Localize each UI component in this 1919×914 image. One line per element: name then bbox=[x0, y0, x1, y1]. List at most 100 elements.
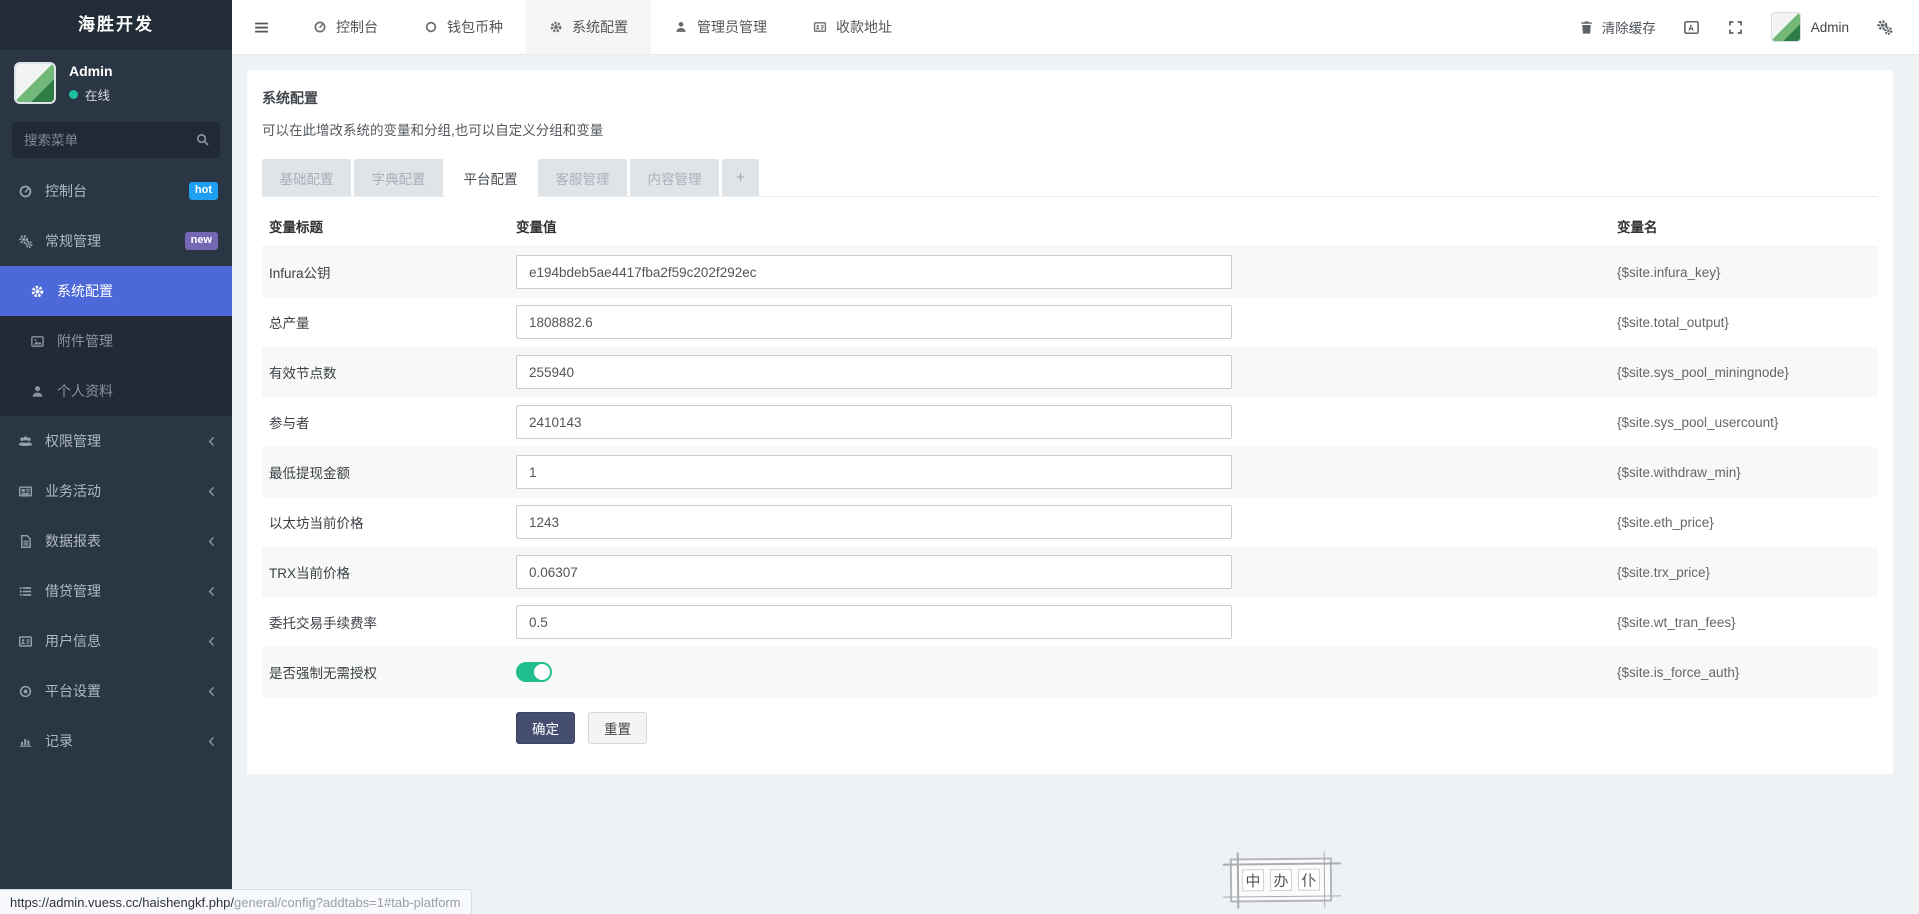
sidebar-item-general[interactable]: 常规管理 new bbox=[0, 216, 232, 266]
hamburger-icon bbox=[253, 19, 270, 36]
sidebar-menu: 控制台 hot 常规管理 new 系统配置 附件管理 个人资料 bbox=[0, 166, 232, 766]
row-varname: {$site.is_force_auth} bbox=[1617, 665, 1878, 680]
sidebar-item-profile[interactable]: 个人资料 bbox=[0, 366, 232, 416]
gauge-icon bbox=[313, 20, 327, 34]
fullscreen-icon[interactable] bbox=[1727, 19, 1744, 36]
chevron-left-icon bbox=[205, 685, 218, 698]
sidebar-submenu: 系统配置 附件管理 个人资料 bbox=[0, 266, 232, 416]
table-row: 总产量 {$site.total_output} bbox=[262, 297, 1878, 347]
chevron-left-icon bbox=[205, 735, 218, 748]
row-label: 最低提现金额 bbox=[269, 462, 516, 482]
sidebar-item-records[interactable]: 记录 bbox=[0, 716, 232, 766]
new-badge: new bbox=[185, 232, 218, 249]
row-varname: {$site.withdraw_min} bbox=[1617, 465, 1878, 480]
avatar[interactable] bbox=[14, 62, 56, 104]
hot-badge: hot bbox=[189, 182, 218, 199]
sidebar-item-dashboard[interactable]: 控制台 hot bbox=[0, 166, 232, 216]
table-row: 最低提现金额 {$site.withdraw_min} bbox=[262, 447, 1878, 497]
clear-cache-button[interactable]: 清除缓存 bbox=[1578, 17, 1656, 37]
row-varname: {$site.eth_price} bbox=[1617, 515, 1878, 530]
search-input[interactable] bbox=[12, 122, 220, 158]
trash-icon bbox=[1578, 19, 1595, 36]
list-icon bbox=[18, 584, 33, 599]
file-icon bbox=[18, 534, 33, 549]
col-header-title: 变量标题 bbox=[269, 216, 516, 236]
online-status-label: 在线 bbox=[85, 85, 110, 104]
chevron-left-icon bbox=[205, 535, 218, 548]
config-value-input[interactable] bbox=[516, 405, 1232, 439]
navtab-admin-manage[interactable]: 管理员管理 bbox=[651, 0, 790, 54]
table-row: Infura公钥 {$site.infura_key} bbox=[262, 247, 1878, 297]
config-value-input[interactable] bbox=[516, 305, 1232, 339]
row-varname: {$site.sys_pool_miningnode} bbox=[1617, 365, 1878, 380]
admin-app: 海胜开发 Admin 在线 控制台 hot 常规管理 bbox=[0, 0, 1919, 914]
config-value-input[interactable] bbox=[516, 355, 1232, 389]
sidebar-item-auth[interactable]: 权限管理 bbox=[0, 416, 232, 466]
sidebar-item-reports[interactable]: 数据报表 bbox=[0, 516, 232, 566]
navtab-dashboard[interactable]: 控制台 bbox=[290, 0, 401, 54]
language-icon[interactable] bbox=[1683, 19, 1700, 36]
chart-icon bbox=[18, 734, 33, 749]
navbar-user-menu[interactable]: Admin bbox=[1771, 12, 1849, 42]
gauge-icon bbox=[18, 184, 33, 199]
row-label: Infura公钥 bbox=[269, 262, 516, 282]
navtab-system-config[interactable]: 系统配置 bbox=[526, 0, 651, 54]
col-header-value: 变量值 bbox=[516, 216, 1617, 236]
tab-content-manage[interactable]: 内容管理 bbox=[630, 159, 719, 196]
table-header: 变量标题 变量值 变量名 bbox=[262, 205, 1878, 247]
config-value-input[interactable] bbox=[516, 255, 1232, 289]
status-url-secondary: general/config?addtabs=1#tab-platform bbox=[234, 895, 461, 910]
table-row: 参与者 {$site.sys_pool_usercount} bbox=[262, 397, 1878, 447]
row-varname: {$site.sys_pool_usercount} bbox=[1617, 415, 1878, 430]
gear-icon bbox=[30, 284, 45, 299]
avatar bbox=[1771, 12, 1801, 42]
row-label: 委托交易手续费率 bbox=[269, 612, 516, 632]
search-icon bbox=[195, 132, 210, 147]
menu-search bbox=[12, 122, 220, 158]
sidebar-item-business[interactable]: 业务活动 bbox=[0, 466, 232, 516]
config-value-input[interactable] bbox=[516, 555, 1232, 589]
table-row: 是否强制无需授权 {$site.is_force_auth} bbox=[262, 647, 1878, 697]
online-status-dot bbox=[69, 90, 78, 99]
sidebar-item-lending[interactable]: 借贷管理 bbox=[0, 566, 232, 616]
sidebar-item-platform[interactable]: 平台设置 bbox=[0, 666, 232, 716]
row-varname: {$site.wt_tran_fees} bbox=[1617, 615, 1878, 630]
tab-service-manage[interactable]: 客服管理 bbox=[538, 159, 627, 196]
row-label: TRX当前价格 bbox=[269, 562, 516, 582]
config-value-input[interactable] bbox=[516, 455, 1232, 489]
tab-basic-config[interactable]: 基础配置 bbox=[262, 159, 351, 196]
navbar-user-name: Admin bbox=[1811, 20, 1849, 35]
chevron-left-icon bbox=[205, 435, 218, 448]
submit-button[interactable]: 确定 bbox=[516, 712, 575, 744]
config-value-input[interactable] bbox=[516, 505, 1232, 539]
navtab-wallet-coins[interactable]: 钱包币种 bbox=[401, 0, 526, 54]
reset-button[interactable]: 重置 bbox=[588, 712, 647, 744]
sidebar: 海胜开发 Admin 在线 控制台 hot 常规管理 bbox=[0, 0, 232, 914]
table-row: 以太坊当前价格 {$site.eth_price} bbox=[262, 497, 1878, 547]
tab-platform-config[interactable]: 平台配置 bbox=[446, 159, 535, 197]
top-navbar: 控制台 钱包币种 系统配置 管理员管理 收款地址 清除缓存 bbox=[232, 0, 1919, 55]
col-header-varname: 变量名 bbox=[1617, 216, 1878, 236]
chevron-left-icon bbox=[205, 485, 218, 498]
sidebar-item-attachment[interactable]: 附件管理 bbox=[0, 316, 232, 366]
circle-dot-icon bbox=[18, 684, 33, 699]
force-auth-toggle[interactable] bbox=[516, 662, 552, 682]
page-subtitle: 可以在此增改系统的变量和分组,也可以自定义分组和变量 bbox=[262, 119, 1878, 139]
user-icon bbox=[30, 384, 45, 399]
sidebar-toggle-button[interactable] bbox=[232, 0, 290, 54]
settings-gears-icon[interactable] bbox=[1876, 19, 1893, 36]
table-row: TRX当前价格 {$site.trx_price} bbox=[262, 547, 1878, 597]
stamp-char: 中 bbox=[1242, 869, 1264, 891]
users-icon bbox=[18, 434, 33, 449]
gear-icon bbox=[549, 20, 563, 34]
gears-icon bbox=[18, 234, 33, 249]
config-value-input[interactable] bbox=[516, 605, 1232, 639]
row-varname: {$site.trx_price} bbox=[1617, 565, 1878, 580]
sidebar-item-config[interactable]: 系统配置 bbox=[0, 266, 232, 316]
sidebar-item-userinfo[interactable]: 用户信息 bbox=[0, 616, 232, 666]
tab-add-group[interactable]: + bbox=[722, 159, 759, 196]
tab-dictionary-config[interactable]: 字典配置 bbox=[354, 159, 443, 196]
row-label: 有效节点数 bbox=[269, 362, 516, 382]
navtab-payment-address[interactable]: 收款地址 bbox=[790, 0, 915, 54]
page-title: 系统配置 bbox=[262, 88, 1878, 108]
